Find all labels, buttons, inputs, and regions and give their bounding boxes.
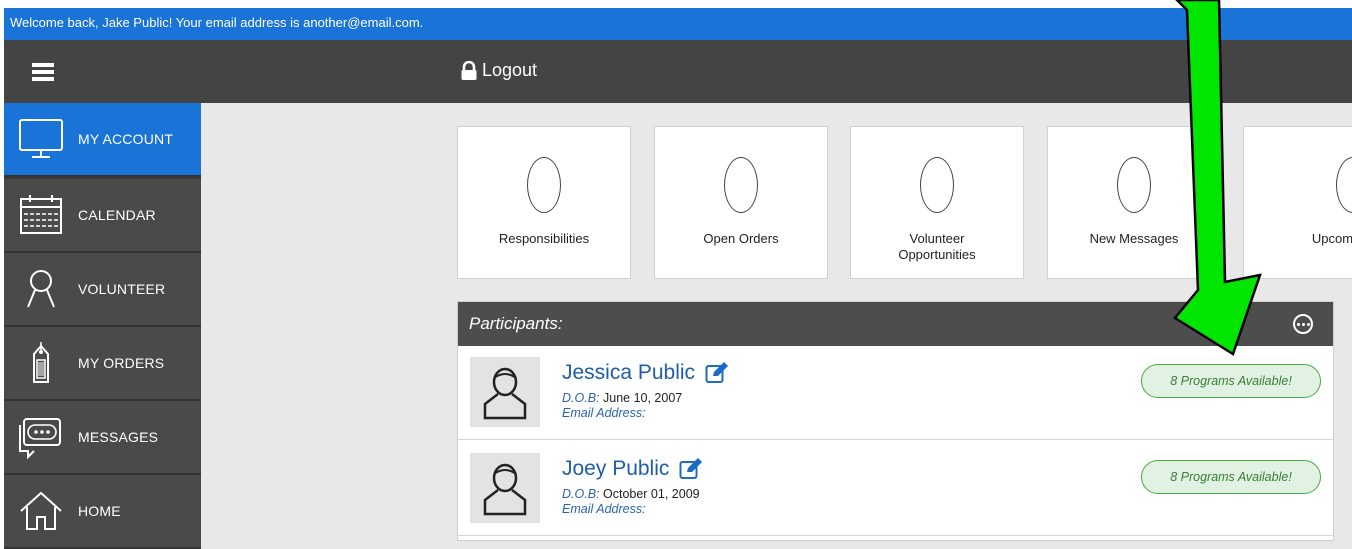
participant-row: Joey Public D.O.B: October 01, 2009 Emai… bbox=[458, 442, 1333, 536]
dob-value: October 01, 2009 bbox=[603, 487, 700, 501]
sidebar-item-label: HOME bbox=[78, 503, 121, 519]
stat-card-open-orders[interactable]: Open Orders bbox=[654, 126, 828, 279]
participant-name: Jessica Public bbox=[562, 361, 696, 384]
stat-label: Open Orders bbox=[703, 231, 779, 246]
home-icon bbox=[16, 486, 66, 536]
participants-title: Participants: bbox=[469, 314, 563, 333]
sidebar-item-label: MY ACCOUNT bbox=[78, 131, 174, 147]
stat-value bbox=[655, 155, 827, 215]
stat-value bbox=[458, 155, 630, 215]
ellipsis-circle-icon[interactable] bbox=[1293, 314, 1313, 334]
welcome-text: Welcome back, Jake Public! Your email ad… bbox=[10, 15, 424, 30]
sidebar-item-calendar[interactable]: CALENDAR bbox=[4, 179, 201, 253]
sidebar-item-my-orders[interactable]: MY ORDERS bbox=[4, 327, 201, 401]
avatar-icon bbox=[470, 357, 540, 427]
sidebar-item-my-account[interactable]: MY ACCOUNT bbox=[4, 103, 201, 177]
avatar-icon bbox=[470, 453, 540, 523]
calendar-icon bbox=[16, 190, 66, 240]
dob-label: D.O.B: bbox=[562, 391, 600, 405]
chat-icon bbox=[16, 412, 66, 462]
top-navbar: Logout bbox=[4, 40, 1352, 103]
stat-value bbox=[851, 155, 1023, 215]
sidebar-item-label: CALENDAR bbox=[78, 207, 156, 223]
monitor-icon bbox=[16, 114, 66, 164]
sidebar-item-home[interactable]: HOME bbox=[4, 475, 201, 549]
participant-name: Joey Public bbox=[562, 457, 670, 480]
sidebar-item-volunteer[interactable]: VOLUNTEER bbox=[4, 253, 201, 327]
participant-name-link[interactable]: Joey Public bbox=[562, 457, 703, 481]
participant-dob: D.O.B: October 01, 2009 bbox=[562, 487, 700, 501]
tag-icon bbox=[16, 338, 66, 388]
participant-row: Jessica Public D.O.B: June 10, 2007 Emai… bbox=[458, 346, 1333, 440]
green-arrow-icon bbox=[1173, 0, 1262, 356]
dob-label: D.O.B: bbox=[562, 487, 600, 501]
participant-email-label: Email Address: bbox=[562, 406, 646, 420]
participant-dob: D.O.B: June 10, 2007 bbox=[562, 391, 682, 405]
programs-available-badge[interactable]: 8 Programs Available! bbox=[1141, 460, 1321, 494]
participant-email-label: Email Address: bbox=[562, 502, 646, 516]
logout-label: Logout bbox=[482, 60, 538, 80]
sidebar-item-messages[interactable]: MESSAGES bbox=[4, 401, 201, 475]
hamburger-icon[interactable] bbox=[32, 63, 54, 81]
dob-value: June 10, 2007 bbox=[603, 391, 683, 405]
sidebar-item-label: MY ORDERS bbox=[78, 355, 165, 371]
sidebar-item-label: MESSAGES bbox=[78, 429, 159, 445]
stat-card-responsibilities[interactable]: Responsibilities bbox=[457, 126, 631, 279]
page: Welcome back, Jake Public! Your email ad… bbox=[0, 0, 1352, 549]
sidebar: MY ACCOUNT CALENDAR VOLUNTEER MY ORDERS … bbox=[4, 103, 201, 549]
programs-available-badge[interactable]: 8 Programs Available! bbox=[1141, 364, 1321, 398]
sidebar-item-label: VOLUNTEER bbox=[78, 281, 166, 297]
edit-icon[interactable] bbox=[679, 458, 703, 480]
stat-label: Volunteer Opportunities bbox=[898, 231, 976, 262]
logout-button[interactable]: Logout bbox=[460, 60, 537, 81]
person-icon bbox=[16, 264, 66, 314]
edit-icon[interactable] bbox=[705, 362, 729, 384]
lock-icon bbox=[461, 60, 477, 80]
stat-label: Responsibilities bbox=[498, 231, 590, 246]
welcome-banner: Welcome back, Jake Public! Your email ad… bbox=[4, 8, 1352, 40]
participant-name-link[interactable]: Jessica Public bbox=[562, 361, 729, 385]
stat-card-volunteer-opportunities[interactable]: Volunteer Opportunities bbox=[850, 126, 1024, 279]
